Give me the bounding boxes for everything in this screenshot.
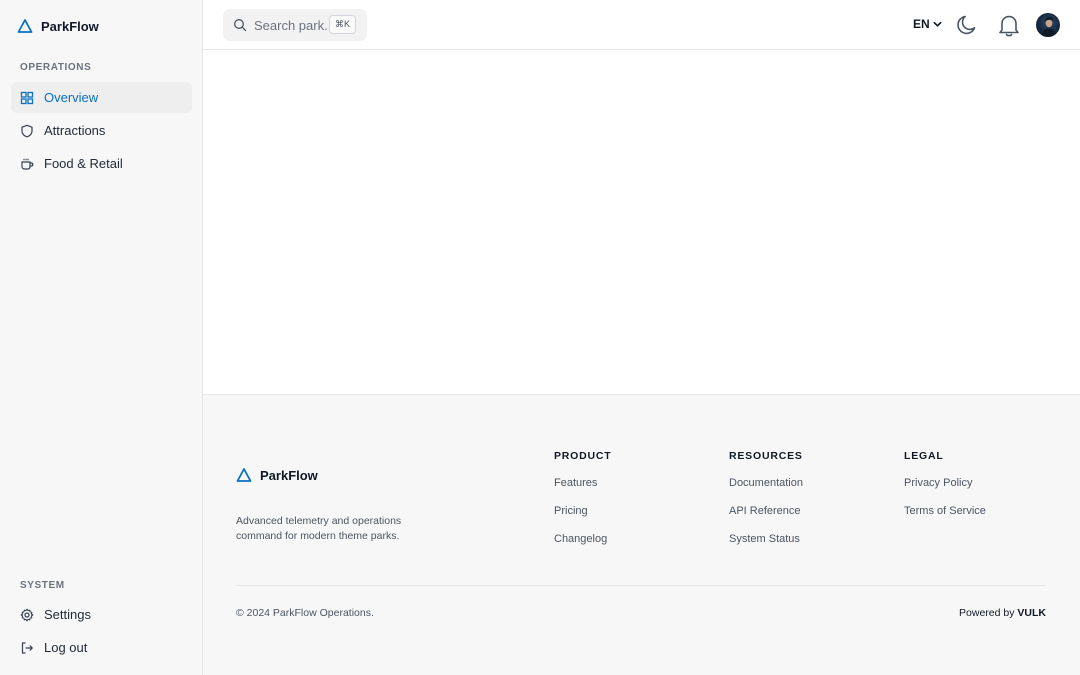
- footer-copyright: © 2024 ParkFlow Operations.: [236, 607, 374, 619]
- footer-link-privacy-policy[interactable]: Privacy Policy: [904, 477, 986, 505]
- grid-icon: [20, 91, 34, 104]
- coffee-cup-icon: [21, 158, 34, 170]
- chevron-down-icon: [933, 21, 942, 27]
- section-label-system: SYSTEM: [20, 580, 65, 591]
- section-label-operations: OPERATIONS: [20, 62, 92, 73]
- sidebar-item-settings[interactable]: Settings: [11, 599, 192, 630]
- sidebar-item-attractions[interactable]: Attractions: [11, 115, 192, 146]
- logout-icon: [21, 641, 33, 654]
- search-placeholder: Search park...: [254, 17, 335, 33]
- gear-icon: [20, 608, 34, 621]
- avatar-portrait-icon: [1042, 16, 1056, 37]
- language-label: EN: [913, 17, 930, 31]
- footer-link-pricing[interactable]: Pricing: [554, 505, 612, 533]
- footer-link-terms-of-service[interactable]: Terms of Service: [904, 505, 986, 533]
- search-input[interactable]: Search park... ⌘K: [223, 9, 367, 41]
- sidebar-item-label: Food & Retail: [44, 156, 123, 171]
- search-icon: [234, 19, 247, 32]
- footer-link-documentation[interactable]: Documentation: [729, 477, 803, 505]
- footer-column-title: LEGAL: [904, 450, 944, 462]
- powered-by-brand: VULK: [1017, 607, 1046, 619]
- logo-triangle-icon: [17, 19, 33, 33]
- footer-column-legal: LEGAL Privacy Policy Terms of Service: [904, 450, 986, 533]
- footer-description: Advanced telemetry and operations comman…: [236, 515, 402, 542]
- powered-by[interactable]: Powered by VULK: [959, 607, 1046, 619]
- brand-name: ParkFlow: [41, 18, 99, 34]
- footer-link-api-reference[interactable]: API Reference: [729, 505, 803, 533]
- sidebar-item-overview[interactable]: Overview: [11, 82, 192, 113]
- footer-column-resources: RESOURCES Documentation API Reference Sy…: [729, 450, 803, 561]
- sidebar-item-label: Log out: [44, 640, 88, 655]
- footer-column-product: PRODUCT Features Pricing Changelog: [554, 450, 612, 561]
- sidebar-item-logout[interactable]: Log out: [11, 632, 192, 663]
- brand[interactable]: ParkFlow: [17, 15, 99, 37]
- powered-by-prefix: Powered by: [959, 607, 1018, 619]
- footer-column-title: PRODUCT: [554, 450, 612, 462]
- sidebar-item-label: Attractions: [44, 123, 106, 138]
- footer-link-features[interactable]: Features: [554, 477, 612, 505]
- search-shortcut-badge: ⌘K: [328, 15, 356, 34]
- language-selector[interactable]: EN: [913, 17, 942, 31]
- footer-brand[interactable]: ParkFlow: [236, 467, 318, 483]
- moon-icon[interactable]: [955, 12, 981, 38]
- avatar[interactable]: [1036, 13, 1060, 37]
- footer-column-title: RESOURCES: [729, 450, 803, 462]
- footer-link-changelog[interactable]: Changelog: [554, 533, 612, 561]
- sidebar-item-food-retail[interactable]: Food & Retail: [11, 148, 192, 179]
- bell-icon[interactable]: [995, 11, 1023, 39]
- footer: ParkFlow Advanced telemetry and operatio…: [203, 394, 1080, 675]
- sidebar: ParkFlow OPERATIONS Overview Attractions…: [0, 0, 203, 675]
- footer-link-system-status[interactable]: System Status: [729, 533, 803, 561]
- footer-divider: [236, 585, 1046, 586]
- footer-brand-name: ParkFlow: [260, 467, 318, 483]
- topbar: Search park... ⌘K EN: [203, 0, 1080, 50]
- shield-icon: [21, 124, 33, 137]
- sidebar-item-label: Settings: [44, 607, 91, 622]
- sidebar-item-label: Overview: [44, 90, 99, 105]
- logo-triangle-icon: [236, 468, 252, 482]
